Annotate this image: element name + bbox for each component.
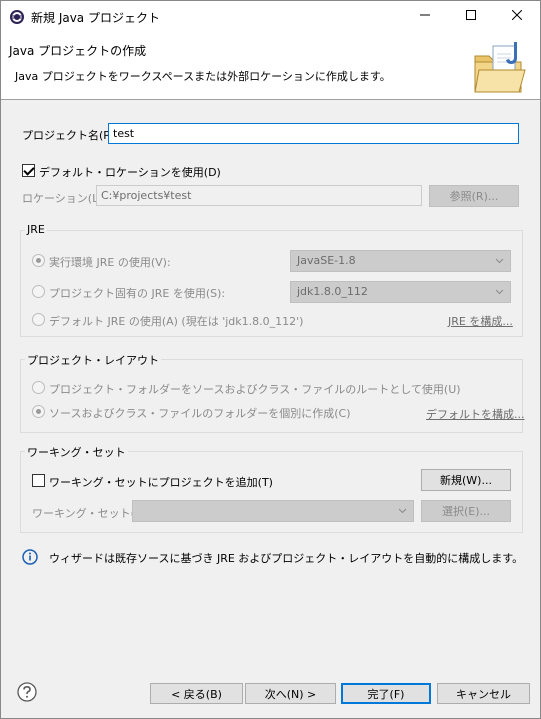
close-button[interactable]	[494, 1, 540, 32]
title-bar: 新規 Java プロジェクト	[1, 1, 540, 32]
jre-env-select[interactable]: JavaSE-1.8	[290, 250, 511, 272]
working-set-group-title: ワーキング・セット	[25, 444, 128, 460]
layout-separate-label: ソースおよびクラス・ファイルのフォルダーを個別に作成(C)	[49, 407, 351, 420]
jre-env-value: JavaSE-1.8	[297, 254, 356, 267]
minimize-button[interactable]	[402, 1, 448, 32]
project-layout-group-title: プロジェクト・レイアウト	[25, 352, 161, 368]
banner-title: Java プロジェクトの作成	[9, 44, 147, 58]
add-to-working-set-checkbox[interactable]	[32, 474, 45, 487]
jre-default-radio[interactable]	[32, 313, 45, 326]
finish-button[interactable]: 完了(F)	[341, 683, 431, 704]
jre-project-radio[interactable]	[32, 285, 45, 298]
dialog-window: 新規 Java プロジェクト Java プロジェクトの作成 Java プロジェク…	[0, 0, 541, 719]
jre-default-label: デフォルト JRE の使用(A) (現在は 'jdk1.8.0_112')	[49, 315, 304, 328]
help-button[interactable]	[17, 682, 37, 702]
minimize-icon	[420, 10, 430, 23]
eclipse-app-icon	[9, 9, 25, 25]
close-icon	[511, 9, 523, 23]
maximize-button[interactable]	[448, 1, 494, 32]
project-name-input[interactable]: test	[108, 123, 519, 144]
layout-root-radio[interactable]	[32, 381, 45, 394]
info-message: ウィザードは既存ソースに基づき JRE およびプロジェクト・レイアウトを自動的に…	[49, 552, 524, 565]
chevron-down-icon	[495, 286, 504, 299]
new-working-set-button[interactable]: 新規(W)...	[421, 469, 511, 491]
select-working-set-button[interactable]: 選択(E)...	[421, 500, 511, 522]
info-icon	[22, 549, 38, 565]
layout-separate-radio[interactable]	[32, 405, 45, 418]
cancel-button[interactable]: キャンセル	[437, 683, 530, 704]
jre-project-select[interactable]: jdk1.8.0_112	[290, 281, 511, 303]
location-label: ロケーション(L):	[22, 192, 107, 205]
browse-button[interactable]: 参照(R)...	[429, 185, 519, 207]
jre-env-label: 実行環境 JRE の使用(V):	[49, 256, 171, 269]
next-button[interactable]: 次へ(N) >	[245, 683, 336, 704]
jre-project-label: プロジェクト固有の JRE を使用(S):	[49, 287, 226, 300]
banner-description: Java プロジェクトをワークスペースまたは外部ロケーションに作成します。	[15, 70, 391, 83]
wizard-banner: Java プロジェクトの作成 Java プロジェクトをワークスペースまたは外部ロ…	[1, 32, 540, 100]
window-title: 新規 Java プロジェクト	[31, 11, 160, 25]
chevron-down-icon	[398, 505, 407, 518]
add-to-working-set-label: ワーキング・セットにプロジェクトを追加(T)	[49, 476, 273, 489]
project-name-label: プロジェクト名(P):	[22, 129, 118, 142]
help-icon	[17, 682, 37, 702]
configure-jre-link[interactable]: JRE を構成...	[448, 313, 513, 329]
back-button[interactable]: < 戻る(B)	[150, 683, 243, 704]
chevron-down-icon	[495, 255, 504, 268]
java-project-folder-icon	[471, 40, 529, 96]
location-input[interactable]: C:¥projects¥test	[96, 185, 422, 206]
working-sets-select[interactable]	[132, 500, 414, 522]
use-default-location-checkbox[interactable]	[22, 164, 35, 177]
configure-default-link[interactable]: デフォルトを構成...	[426, 406, 525, 422]
jre-group-title: JRE	[25, 223, 47, 236]
jre-project-value: jdk1.8.0_112	[297, 285, 368, 298]
jre-env-radio[interactable]	[32, 254, 45, 267]
layout-root-label: プロジェクト・フォルダーをソースおよびクラス・ファイルのルートとして使用(U)	[49, 383, 461, 396]
use-default-location-label: デフォルト・ロケーションを使用(D)	[39, 166, 221, 179]
maximize-icon	[466, 10, 476, 23]
